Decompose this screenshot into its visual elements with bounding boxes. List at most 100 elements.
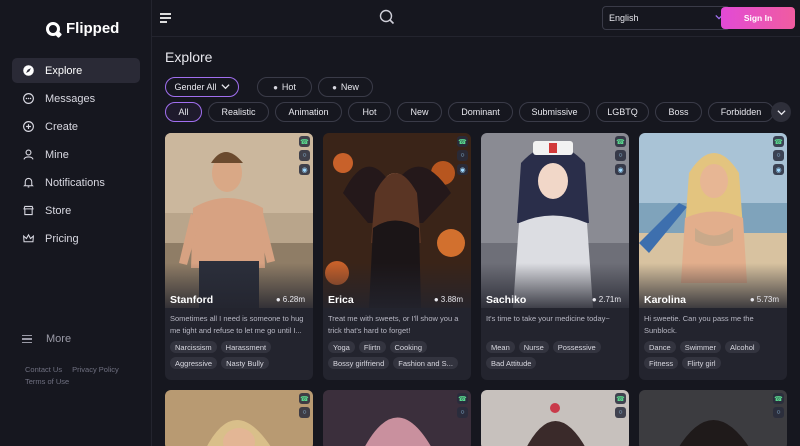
sidebar-item-label: Mine <box>45 148 69 161</box>
sidebar-item-explore[interactable]: Explore <box>12 58 140 83</box>
terms-link[interactable]: Terms of Use <box>25 377 69 386</box>
character-card[interactable]: ☎ ○ <box>481 390 629 446</box>
chevron-down-icon <box>776 109 786 115</box>
voice-icon: ○ <box>615 407 626 418</box>
category-tab-realistic[interactable]: Realistic <box>208 102 269 122</box>
search-icon[interactable] <box>379 9 395 25</box>
chat-count: ● 3.88m <box>434 295 463 304</box>
category-tab-new[interactable]: New <box>397 102 442 122</box>
character-card[interactable]: ☎ ○ <box>165 390 313 446</box>
tag: Swimmer <box>679 341 721 353</box>
category-tab-hot[interactable]: Hot <box>348 102 391 122</box>
sidebar-item-label: Explore <box>45 64 83 77</box>
sidebar-item-label: Messages <box>45 92 96 105</box>
language-value: English <box>609 13 639 23</box>
chat-count-value: 3.88m <box>440 295 463 304</box>
hot-filter[interactable]: ● Hot <box>257 77 312 97</box>
card-feature-icons: ☎ ○ <box>457 393 468 418</box>
tag: Aggressive <box>170 357 218 369</box>
character-card[interactable]: ☎ ○ ◉ Sachiko ● 2.71m It's time to take y… <box>481 133 629 380</box>
contact-link[interactable]: Contact Us <box>25 365 62 374</box>
bell-icon <box>22 176 35 189</box>
privacy-link[interactable]: Privacy Policy <box>72 365 119 374</box>
filter-row: Gender All ● Hot ● New <box>165 77 373 97</box>
voice-icon: ○ <box>299 407 310 418</box>
phone-icon: ☎ <box>773 393 784 404</box>
user-icon <box>22 148 35 161</box>
tag: Flirtn <box>358 341 386 353</box>
category-tab-forbidden[interactable]: Forbidden <box>708 102 774 122</box>
store-icon <box>22 204 35 217</box>
tag: Nasty Bully <box>221 357 269 369</box>
flame-icon: ● <box>273 82 278 92</box>
sidebar-item-label: Create <box>45 120 79 133</box>
page-title: Explore <box>165 49 213 65</box>
tag-list: Dance Swimmer Alcohol Fitness Flirty gir… <box>644 341 784 369</box>
chat-icon <box>22 92 35 105</box>
compass-icon <box>22 64 35 77</box>
gender-filter-label: Gender All <box>174 82 217 92</box>
card-feature-icons: ☎ ○ <box>299 393 310 418</box>
chat-bubble-icon: ● <box>591 295 597 304</box>
category-tab-submissive[interactable]: Submissive <box>519 102 590 122</box>
chat-count: ● 5.73m <box>750 295 779 304</box>
sidebar-item-pricing[interactable]: Pricing <box>12 226 140 251</box>
phone-icon: ☎ <box>457 136 468 147</box>
card-feature-icons: ☎ ○ ◉ <box>773 136 784 175</box>
character-card[interactable]: ☎ ○ <box>323 390 471 446</box>
character-card[interactable]: ☎ ○ <box>639 390 787 446</box>
character-card[interactable]: ☎ ○ ◉ Erica ● 3.88m Treat me with sweets,… <box>323 133 471 380</box>
character-card[interactable]: ☎ ○ ◉ Karolina ● 5.73m Hi sweetie. Can yo… <box>639 133 787 380</box>
new-filter[interactable]: ● New <box>318 77 373 97</box>
character-image <box>323 390 471 446</box>
character-card[interactable]: ☎ ○ ◉ Stanford ● 6.28m Sometimes all I ne… <box>165 133 313 380</box>
phone-icon: ☎ <box>615 393 626 404</box>
sidebar-item-mine[interactable]: Mine <box>12 142 140 167</box>
chat-count: ● 2.71m <box>592 295 621 304</box>
more-menu[interactable]: More <box>22 333 71 345</box>
tag-list: Mean Nurse Possessive Bad Attitude <box>486 341 626 369</box>
character-image <box>481 390 629 446</box>
character-name: Stanford <box>170 294 214 306</box>
sidebar-item-create[interactable]: Create <box>12 114 140 139</box>
phone-icon: ☎ <box>299 393 310 404</box>
language-select[interactable]: English <box>602 6 730 30</box>
voice-icon: ○ <box>773 150 784 161</box>
sidebar-item-store[interactable]: Store <box>12 198 140 223</box>
new-filter-label: New <box>340 82 359 92</box>
sign-in-button[interactable]: Sign In <box>721 7 795 29</box>
sidebar-item-notifications[interactable]: Notifications <box>12 170 140 195</box>
category-tab-dominant[interactable]: Dominant <box>448 102 513 122</box>
sidebar: Flipped Explore Messages Create Mine Not… <box>0 0 152 446</box>
gender-filter[interactable]: Gender All <box>165 77 239 97</box>
category-tab-boss[interactable]: Boss <box>655 102 702 122</box>
character-image <box>165 390 313 446</box>
chat-count-value: 5.73m <box>756 295 779 304</box>
chat-count-value: 2.71m <box>598 295 621 304</box>
voice-icon: ○ <box>299 150 310 161</box>
sparkle-icon: ● <box>332 82 337 92</box>
crown-icon <box>22 232 35 245</box>
chat-count: ● 6.28m <box>276 295 305 304</box>
tag: Narcissism <box>170 341 217 353</box>
tag: Mean <box>486 341 515 353</box>
card-feature-icons: ☎ ○ ◉ <box>615 136 626 175</box>
sidebar-item-label: Store <box>45 204 72 217</box>
phone-icon: ☎ <box>773 136 784 147</box>
mic-icon: ◉ <box>615 164 626 175</box>
voice-icon: ○ <box>773 407 784 418</box>
category-tab-all[interactable]: All <box>165 102 202 122</box>
category-tab-animation[interactable]: Animation <box>275 102 342 122</box>
categories-expand-button[interactable] <box>771 102 791 122</box>
tag-list: Yoga Flirtn Cooking Bossy girlfriend Fas… <box>328 341 468 369</box>
tag: Possessive <box>552 341 601 353</box>
category-tab-lgbtq[interactable]: LGBTQ <box>596 102 649 122</box>
mic-icon: ◉ <box>299 164 310 175</box>
voice-icon: ○ <box>457 150 468 161</box>
more-label: More <box>46 333 72 345</box>
sidebar-item-messages[interactable]: Messages <box>12 86 140 111</box>
logo[interactable]: Flipped <box>46 20 119 37</box>
hamburger-icon[interactable] <box>160 13 171 25</box>
character-image <box>639 390 787 446</box>
hot-filter-label: Hot <box>281 82 296 92</box>
